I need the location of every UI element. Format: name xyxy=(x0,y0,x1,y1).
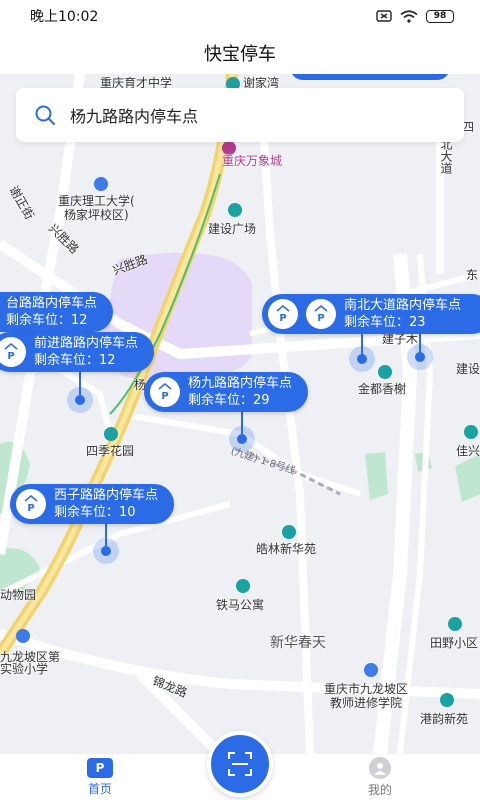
map-label: 新华春天 xyxy=(270,635,326,651)
parking-icon: P xyxy=(306,299,336,329)
building-icon xyxy=(104,426,118,441)
battery-indicator: 98 xyxy=(426,9,454,23)
map-label: 教师进修学院 xyxy=(330,696,403,710)
parking-callout[interactable]: 台路路内停车点 剩余车位：12 xyxy=(0,292,114,332)
map-label: 佳兴 xyxy=(456,444,480,458)
parking-name: 杨九路路内停车点 xyxy=(188,376,293,391)
parking-pin[interactable] xyxy=(229,426,255,452)
map-label: 田野小区 xyxy=(430,636,479,650)
map-label: 建设 xyxy=(456,362,480,376)
status-icons: 98 xyxy=(376,9,454,23)
user-icon xyxy=(369,756,391,779)
map-label xyxy=(464,424,480,439)
map-label: 杨家坪校区) xyxy=(64,208,129,222)
parking-name: 南北大道路内停车点 xyxy=(344,298,462,313)
parking-icon: P xyxy=(268,299,298,329)
parking-callout[interactable]: P 杨九路路内停车点 剩余车位：29 xyxy=(144,372,309,412)
wifi-icon xyxy=(400,9,418,23)
map-view[interactable]: 重庆育才中学 谢家湾 四 北大道 重庆万象城 重庆理工大学( 杨家坪校区) 建设… xyxy=(0,74,480,754)
school-icon xyxy=(16,628,30,643)
map-label xyxy=(104,426,121,441)
svg-text:P: P xyxy=(317,313,324,323)
building-icon xyxy=(440,692,454,707)
school-icon xyxy=(364,662,378,677)
map-label: 东 xyxy=(466,268,479,282)
map-label xyxy=(448,616,465,631)
building-icon xyxy=(228,202,242,217)
tab-mine-label: 我的 xyxy=(367,782,392,797)
svg-text:P: P xyxy=(279,313,286,323)
map-label xyxy=(94,176,111,191)
parking-icon: P xyxy=(150,377,180,407)
search-bar[interactable]: 杨九路路内停车点 xyxy=(16,88,464,142)
map-label: 动物园 xyxy=(0,588,37,602)
tab-home-label: 首页 xyxy=(87,781,112,796)
svg-text:P: P xyxy=(27,503,34,513)
map-label: 北大道 xyxy=(439,138,453,174)
building-icon xyxy=(378,364,392,379)
parking-icon: P xyxy=(0,337,26,367)
scan-icon xyxy=(228,752,252,776)
status-time: 晚上10:02 xyxy=(30,9,99,25)
map-label: 四季花园 xyxy=(86,444,135,458)
map-label xyxy=(378,364,395,379)
parking-name: 西子路路内停车点 xyxy=(54,488,159,503)
parking-remaining: 剩余车位：12 xyxy=(6,313,88,328)
svg-text:P: P xyxy=(161,391,168,401)
parking-remaining: 剩余车位：23 xyxy=(344,315,426,330)
building-icon xyxy=(282,524,296,539)
parking-name: 台路路内停车点 xyxy=(6,296,98,311)
map-label xyxy=(16,628,33,643)
building-icon xyxy=(448,616,462,631)
svg-text:P: P xyxy=(7,351,14,361)
status-bar: 晚上10:02 98 xyxy=(0,0,480,32)
parking-icon: P xyxy=(16,489,46,519)
parking-name: 前进路路内停车点 xyxy=(34,336,139,351)
parking-pin[interactable] xyxy=(407,344,433,370)
parking-remaining: 剩余车位：10 xyxy=(54,505,136,520)
page-title-bar: 快宝停车 xyxy=(0,32,480,74)
tab-mine[interactable]: 我的 xyxy=(280,754,480,800)
map-label xyxy=(282,524,299,539)
building-icon xyxy=(236,578,250,593)
notification-muted-icon xyxy=(376,10,392,22)
scan-button[interactable] xyxy=(207,731,273,797)
parking-pin[interactable] xyxy=(93,538,119,564)
parking-callout[interactable]: P 西子路路内停车点 剩余车位：10 xyxy=(10,484,175,524)
parking-remaining: 剩余车位：29 xyxy=(188,393,270,408)
parking-callout[interactable]: P P 南北大道路内停车点 剩余车位：23 xyxy=(262,294,480,334)
map-label: 港韵新苑 xyxy=(420,712,469,726)
map-label xyxy=(236,578,253,593)
page-title: 快宝停车 xyxy=(204,44,276,65)
search-input[interactable]: 杨九路路内停车点 xyxy=(70,103,198,127)
map-label: 金都香榭 xyxy=(358,382,407,396)
map-label: 实验小学 xyxy=(0,662,49,676)
parking-remaining: 剩余车位：12 xyxy=(34,353,116,368)
tab-home[interactable]: P 首页 xyxy=(0,754,200,800)
map-label: 建设广场 xyxy=(208,222,257,236)
map-label: 重庆万象城 xyxy=(222,154,283,168)
parking-pin[interactable] xyxy=(67,387,93,413)
map-label: 铁马公寓 xyxy=(216,598,265,612)
map-label xyxy=(440,692,457,707)
building-icon xyxy=(464,424,478,439)
parking-pin[interactable] xyxy=(349,346,375,372)
parking-callout[interactable]: P 前进路路内停车点 剩余车位：12 xyxy=(0,332,155,372)
parking-home-icon: P xyxy=(87,757,113,778)
map-label: 皓林新华苑 xyxy=(256,542,317,556)
map-label xyxy=(364,662,381,677)
search-icon xyxy=(35,105,55,125)
map-base xyxy=(0,74,480,754)
school-icon xyxy=(94,176,108,191)
map-label xyxy=(228,202,245,217)
